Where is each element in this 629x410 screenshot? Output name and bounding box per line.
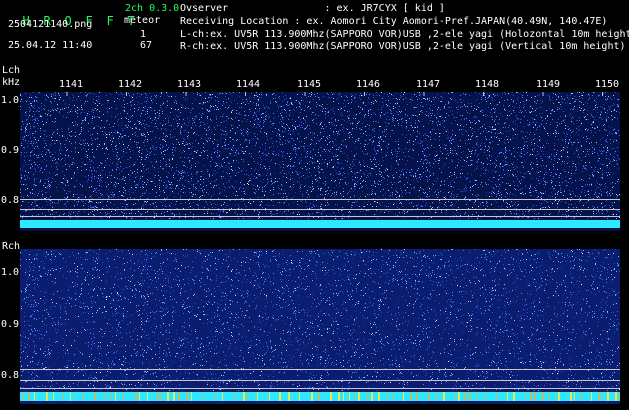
khz-unit-label: kHz xyxy=(2,78,20,88)
lch-spectrogram-canvas xyxy=(20,92,620,231)
lch-y-tick: 1.0 xyxy=(1,96,19,106)
meteor-total: 67 xyxy=(140,41,152,51)
rch-label: Rch xyxy=(2,242,20,252)
file-name: 2504121140.png xyxy=(8,20,92,30)
x-tick-label: 1149 xyxy=(536,80,560,90)
location-line: Receiving Location : ex. Aomori City Aom… xyxy=(180,17,607,27)
x-tick-label: 1143 xyxy=(177,80,201,90)
rch-spectrogram-canvas xyxy=(20,249,620,404)
x-tick-label: 1148 xyxy=(475,80,499,90)
date-time: 25.04.12 11:40 xyxy=(8,41,92,51)
lch-y-tick: 0.9 xyxy=(1,146,19,156)
x-tick-label: 1150 xyxy=(595,80,619,90)
lch-signal-band xyxy=(20,220,620,228)
lch-label: Lch xyxy=(2,66,20,76)
x-tick-label: 1142 xyxy=(118,80,142,90)
meteor-count: 1 xyxy=(140,30,146,40)
lch-y-tick: 0.8 xyxy=(1,196,19,206)
rch-y-tick: 1.0 xyxy=(1,268,19,278)
x-tick-label: 1146 xyxy=(356,80,380,90)
rch-y-tick: 0.9 xyxy=(1,320,19,330)
x-tick-label: 1147 xyxy=(416,80,440,90)
x-tick-label: 1145 xyxy=(297,80,321,90)
lch-spectrogram[interactable] xyxy=(20,92,620,231)
rch-y-tick: 0.8 xyxy=(1,371,19,381)
app-version: 2ch 0.3.0 xyxy=(125,4,179,14)
meteor-label: meteor xyxy=(124,16,160,26)
x-tick-label: 1141 xyxy=(59,80,83,90)
x-tick-label: 1144 xyxy=(236,80,260,90)
rch-spectrogram[interactable] xyxy=(20,249,620,404)
observer-line: Ovserver : ex. JR7CYX [ kid ] xyxy=(180,4,445,14)
lch-config-line: L-ch:ex. UV5R 113.900Mhz(SAPPORO VOR)USB… xyxy=(180,30,629,40)
rch-config-line: R-ch:ex. UV5R 113.900Mhz(SAPPORO VOR)USB… xyxy=(180,42,626,52)
